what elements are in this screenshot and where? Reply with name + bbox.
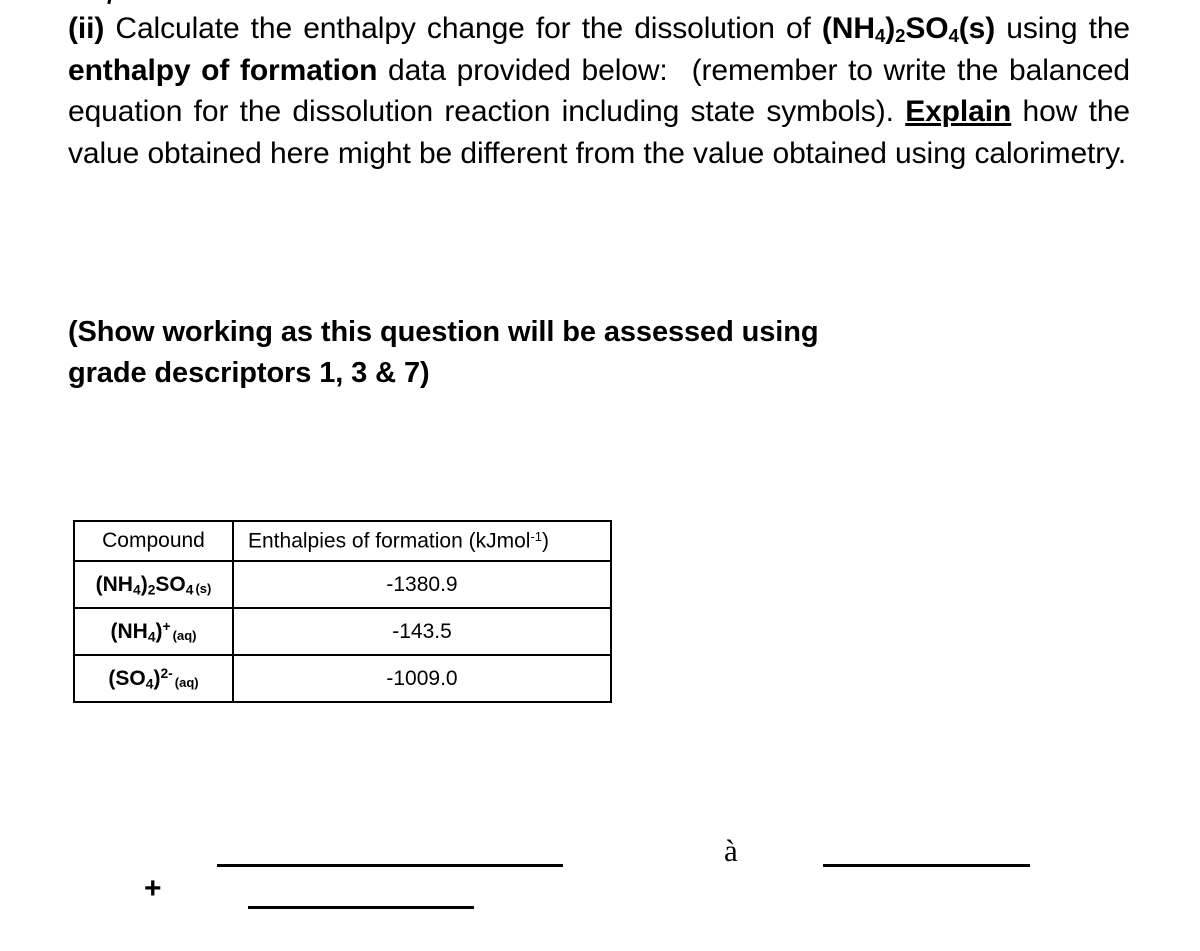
formula-sub-2: 2 xyxy=(895,25,906,47)
assessment-note-line-2: grade descriptors 1, 3 & 7) xyxy=(68,357,430,389)
answer-blank-line-3[interactable] xyxy=(823,864,1030,867)
table-cell-value-ammonium-ion: -143.5 xyxy=(232,607,612,656)
formula-state: (s) xyxy=(958,12,996,45)
question-emphasis-explain: Explain xyxy=(905,95,1012,128)
formula-so: SO xyxy=(905,12,949,45)
formula-sub-3: 4 xyxy=(948,25,959,47)
header-enthalpies-suffix: ) xyxy=(542,529,550,553)
table-cell-compound-ammonium-sulfate: (NH4)2SO4 (s) xyxy=(73,560,234,609)
formula-close-paren: ) xyxy=(885,12,896,45)
question-label: (ii) xyxy=(68,12,105,45)
row0-formula-s3: 4 xyxy=(185,580,194,597)
row1-formula-p1: (NH xyxy=(110,619,148,643)
table-cell-compound-ammonium-ion: (NH4)+(aq) xyxy=(73,607,234,656)
assessment-note: (Show working as this question will be a… xyxy=(68,312,1033,394)
header-enthalpies-prefix: Enthalpies of formation (kJmol xyxy=(248,529,531,553)
question-text-segment-1: Calculate the enthalpy change for the di… xyxy=(115,12,811,45)
question-emphasis-enthalpy-of-formation: enthalpy of formation xyxy=(68,53,378,87)
header-enthalpies-superscript: -1 xyxy=(530,528,543,544)
row1-formula-p2: ) xyxy=(155,619,163,643)
row2-formula-state: (aq) xyxy=(174,674,199,690)
formula-open: (NH xyxy=(821,12,875,45)
enthalpy-data-table: Compound Enthalpies of formation (kJmol-… xyxy=(73,520,612,703)
table-cell-compound-sulfate-ion: (SO4)2-(aq) xyxy=(73,654,234,703)
row1-formula-state: (aq) xyxy=(172,627,197,643)
row2-formula-p1: (SO xyxy=(108,666,146,690)
row0-formula-p3: SO xyxy=(155,572,186,596)
answer-blank-line-2[interactable] xyxy=(248,906,474,909)
table-row: (SO4)2-(aq) -1009.0 xyxy=(73,654,612,703)
row0-formula-p2: ) xyxy=(140,572,148,596)
row2-formula-charge: 2- xyxy=(160,664,173,681)
row1-formula-charge: + xyxy=(162,617,171,634)
answer-blank-line-1[interactable] xyxy=(217,864,563,867)
row0-formula-s1: 4 xyxy=(132,580,141,597)
row0-formula-state: (s) xyxy=(195,580,212,596)
row1-formula-s1: 4 xyxy=(147,627,156,644)
clipped-text-fragment xyxy=(107,0,112,5)
question-paragraph: (ii) Calculate the enthalpy change for t… xyxy=(68,8,1130,174)
row0-formula-p1: (NH xyxy=(95,572,133,596)
table-header-compound: Compound xyxy=(73,520,234,562)
table-header-row: Compound Enthalpies of formation (kJmol-… xyxy=(73,520,612,562)
table-cell-value-sulfate-ion: -1009.0 xyxy=(232,654,612,703)
table-cell-value-ammonium-sulfate: -1380.9 xyxy=(232,560,612,609)
formula-sub-1: 4 xyxy=(874,25,886,47)
question-text-segment-2: using the xyxy=(1006,12,1130,45)
table-header-enthalpies: Enthalpies of formation (kJmol-1) xyxy=(232,520,612,562)
table-row: (NH4)2SO4 (s) -1380.9 xyxy=(73,560,612,609)
question-text-segment-3: data provided below: xyxy=(388,53,668,87)
table-row: (NH4)+(aq) -143.5 xyxy=(73,607,612,656)
plus-operator-symbol: + xyxy=(144,872,162,905)
compound-formula-inline: (NH4)2SO4(s) xyxy=(822,12,995,45)
reaction-arrow-glyph: à xyxy=(724,833,738,868)
assessment-note-line-1: (Show working as this question will be a… xyxy=(68,316,819,348)
